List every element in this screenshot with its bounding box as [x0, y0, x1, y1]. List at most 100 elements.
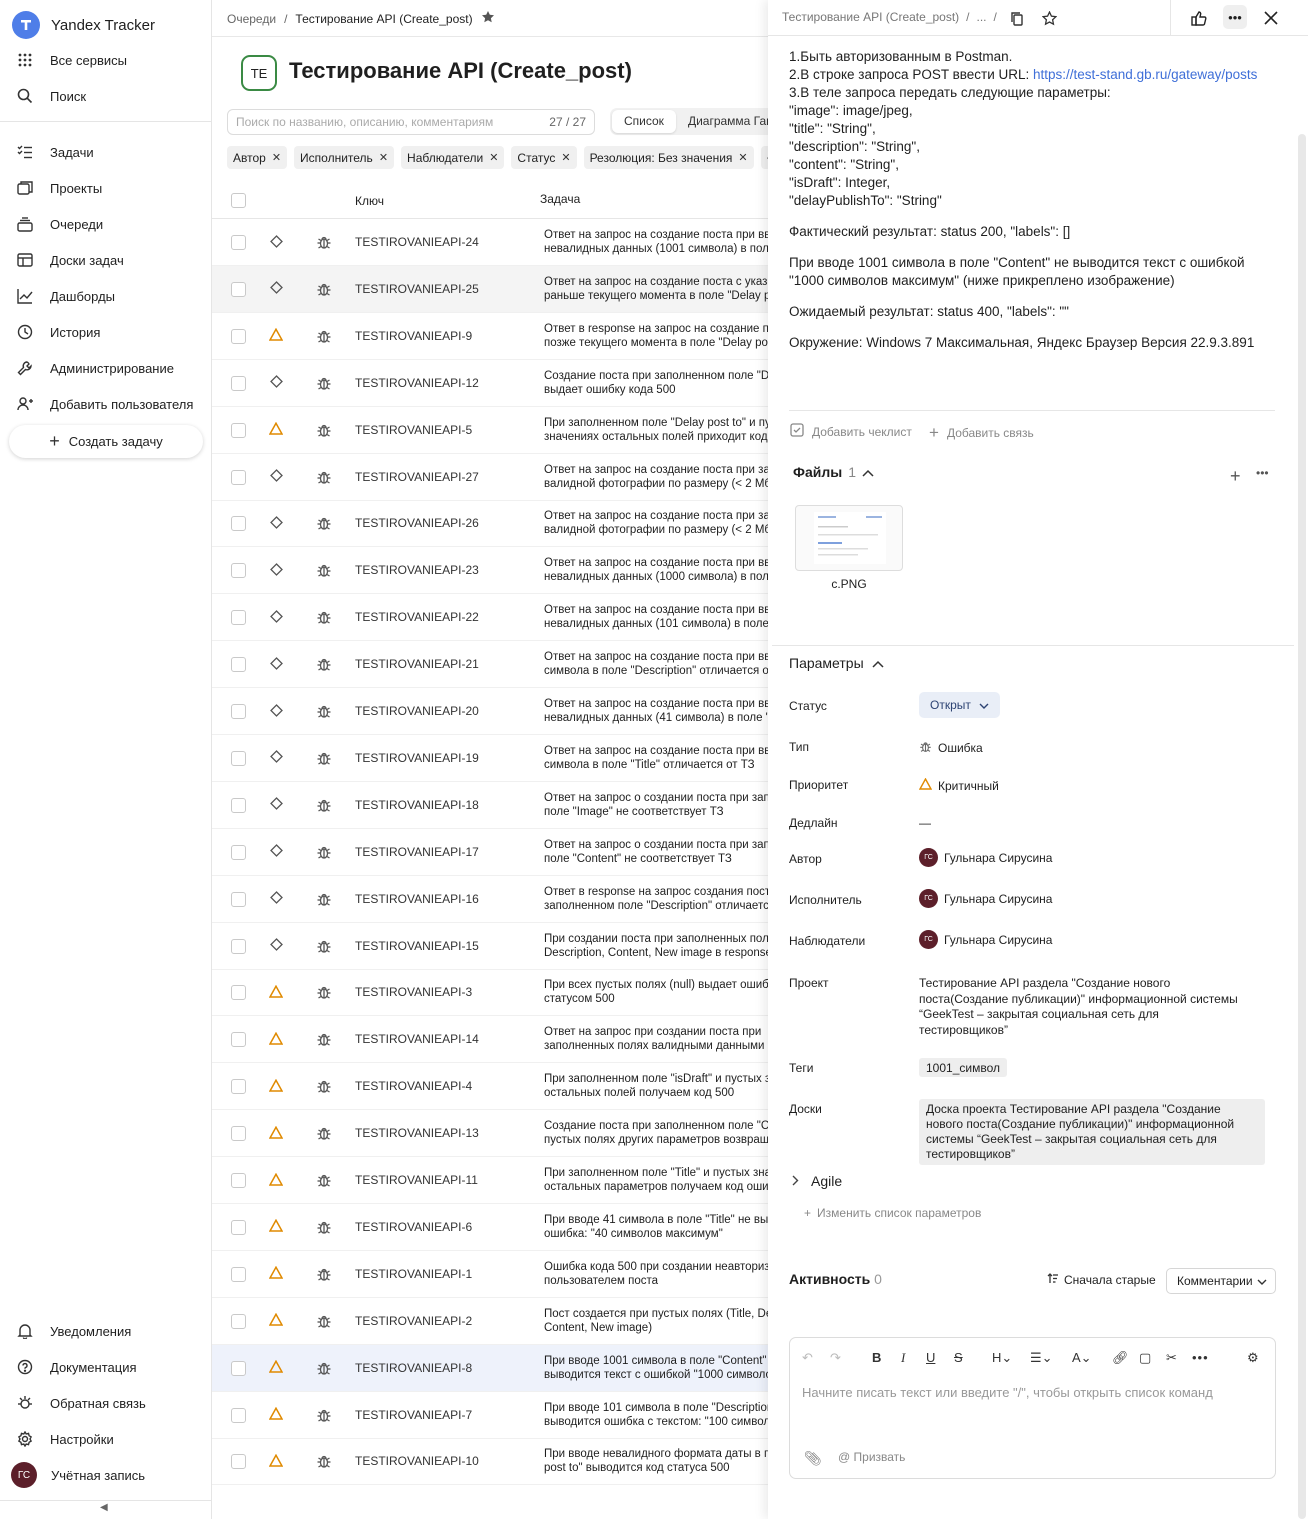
params-section-header[interactable]: Параметры	[789, 655, 884, 671]
breadcrumb-queues-link[interactable]: Очереди	[227, 12, 276, 26]
paperclip-icon[interactable]: 📎︎	[804, 1450, 822, 1467]
row-checkbox[interactable]	[231, 1407, 246, 1423]
mention-button[interactable]: @ Призвать	[838, 1450, 905, 1464]
nav-docs[interactable]: Документация	[0, 1351, 211, 1383]
issue-key[interactable]: TESTIROVANIEAPI-3	[355, 985, 472, 999]
board-chip[interactable]: Доска проекта Тестирование API раздела "…	[919, 1099, 1265, 1165]
row-checkbox[interactable]	[231, 891, 246, 907]
issue-key[interactable]: TESTIROVANIEAPI-27	[355, 470, 479, 484]
row-checkbox[interactable]	[231, 469, 246, 485]
issue-summary[interactable]: Создание поста при заполненном поле "Con…	[544, 1119, 768, 1147]
close-icon[interactable]: ✕	[489, 151, 498, 164]
url-link[interactable]: https://test-stand.gb.ru/gateway/posts	[1033, 67, 1257, 82]
issue-key[interactable]: TESTIROVANIEAPI-9	[355, 329, 472, 343]
issue-summary[interactable]: При заполненном поле "isDraft" и пустых …	[544, 1072, 768, 1100]
undo-icon[interactable]: ↶	[802, 1350, 813, 1366]
table-row[interactable]: TESTIROVANIEAPI-10 При вводе невалидного …	[212, 1438, 768, 1486]
table-row[interactable]: TESTIROVANIEAPI-17 Ответ на запрос о созд…	[212, 829, 768, 876]
issue-key[interactable]: TESTIROVANIEAPI-6	[355, 1220, 472, 1234]
issue-summary[interactable]: Ответ на запрос на создание поста при вв…	[544, 650, 768, 678]
issue-key[interactable]: TESTIROVANIEAPI-16	[355, 892, 479, 906]
scissors-icon[interactable]: ✂	[1166, 1350, 1177, 1366]
priority-field[interactable]: Критичный	[918, 777, 999, 793]
issue-summary[interactable]: Ответ на запрос на создание поста при вв…	[544, 697, 768, 725]
panel-scrollbar[interactable]	[1298, 134, 1306, 1519]
more-icon[interactable]: •••	[1192, 1350, 1209, 1365]
brand[interactable]: Yandex Tracker	[12, 11, 155, 39]
heading-icon[interactable]: H⌄	[992, 1350, 1012, 1366]
row-checkbox[interactable]	[231, 563, 246, 579]
agile-section[interactable]: Agile	[792, 1173, 842, 1189]
issue-key[interactable]: TESTIROVANIEAPI-11	[355, 1173, 478, 1187]
table-row[interactable]: TESTIROVANIEAPI-3 При всех пустых полях (…	[212, 969, 768, 1017]
issue-key[interactable]: TESTIROVANIEAPI-14	[355, 1032, 479, 1046]
table-row[interactable]: TESTIROVANIEAPI-15 При создании поста при…	[212, 923, 768, 970]
tag-chip[interactable]: 1001_символ	[919, 1058, 1007, 1077]
issue-key[interactable]: TESTIROVANIEAPI-10	[355, 1454, 479, 1468]
issue-summary[interactable]: Пост создается при пустых полях (Title, …	[544, 1307, 768, 1335]
text-color-icon[interactable]: A⌄	[1072, 1350, 1092, 1366]
issue-summary[interactable]: Ошибка кода 500 при создании неавторизов…	[544, 1260, 768, 1288]
row-checkbox[interactable]	[231, 704, 246, 719]
table-row[interactable]: TESTIROVANIEAPI-6 При вводе 41 символа в …	[212, 1204, 768, 1251]
files-more-icon[interactable]: •••	[1256, 466, 1269, 480]
select-all-checkbox[interactable]	[231, 193, 246, 208]
issue-summary[interactable]: Ответ на запрос о создании поста при зап…	[544, 791, 768, 819]
bold-icon[interactable]: B	[872, 1350, 881, 1365]
issue-summary[interactable]: При создании поста при заполненных полях…	[544, 932, 768, 960]
nav-all-services[interactable]: Все сервисы	[0, 44, 211, 76]
issue-summary[interactable]: Ответ на запрос на создание поста при вв…	[544, 228, 768, 256]
boards-field[interactable]: Доска проекта Тестирование API раздела "…	[919, 1099, 1265, 1165]
issue-key[interactable]: TESTIROVANIEAPI-21	[355, 657, 479, 671]
assignee-field[interactable]: ГС Гульнара Сирусина	[919, 889, 1052, 908]
close-icon[interactable]: ✕	[561, 151, 570, 164]
close-icon[interactable]	[1261, 8, 1281, 28]
table-row[interactable]: TESTIROVANIEAPI-8 При вводе 1001 символа …	[212, 1344, 768, 1392]
add-file-icon[interactable]: +	[1230, 466, 1241, 487]
row-checkbox[interactable]	[231, 1032, 246, 1048]
table-row[interactable]: TESTIROVANIEAPI-7 При вводе 101 символа в…	[212, 1392, 768, 1439]
search-input[interactable]: Поиск по названию, описанию, комментария…	[227, 109, 595, 135]
issue-summary[interactable]: Ответ на запрос на создание поста при вв…	[544, 556, 768, 584]
nav-history[interactable]: История	[0, 316, 211, 348]
row-checkbox[interactable]	[231, 1173, 246, 1188]
row-checkbox[interactable]	[231, 235, 246, 250]
files-section-header[interactable]: Файлы 1	[793, 464, 874, 480]
star-icon[interactable]	[481, 10, 495, 27]
row-checkbox[interactable]	[231, 281, 246, 297]
activity-filter-select[interactable]: Комментарии	[1166, 1268, 1276, 1294]
thumbs-up-icon[interactable]	[1189, 8, 1209, 28]
nav-tasks[interactable]: Задачи	[0, 136, 211, 168]
project-field[interactable]: Тестирование API раздела "Создание новог…	[919, 976, 1249, 1038]
table-row[interactable]: TESTIROVANIEAPI-5 При заполненном поле "D…	[212, 407, 768, 454]
close-icon[interactable]: ✕	[738, 151, 747, 164]
nav-settings[interactable]: Настройки	[0, 1423, 211, 1455]
issue-summary[interactable]: Ответ на запрос на создание поста при за…	[544, 509, 768, 537]
issue-key[interactable]: TESTIROVANIEAPI-25	[355, 282, 479, 296]
issue-key[interactable]: TESTIROVANIEAPI-18	[355, 798, 479, 812]
type-field[interactable]: Ошибка	[919, 740, 983, 756]
nav-boards[interactable]: Доски задач	[0, 244, 211, 276]
table-row[interactable]: TESTIROVANIEAPI-27 Ответ на запрос на соз…	[212, 454, 768, 501]
column-task[interactable]: Задача	[540, 192, 580, 206]
issue-key[interactable]: TESTIROVANIEAPI-22	[355, 610, 479, 624]
filter-author[interactable]: Автор ✕	[227, 146, 288, 169]
nav-add-user[interactable]: Добавить пользователя	[0, 388, 211, 420]
issue-key[interactable]: TESTIROVANIEAPI-13	[355, 1126, 479, 1140]
panel-breadcrumb-queue[interactable]: Тестирование API (Create_post)	[782, 10, 959, 24]
issue-summary[interactable]: При всех пустых полях (null) выдает ошиб…	[544, 978, 768, 1006]
row-checkbox[interactable]	[231, 516, 246, 532]
table-row[interactable]: TESTIROVANIEAPI-23 Ответ на запрос на соз…	[212, 547, 768, 595]
issue-summary[interactable]: При вводе невалидного формата даты в пол…	[544, 1447, 768, 1475]
author-field[interactable]: ГС Гульнара Сирусина	[919, 848, 1052, 867]
table-row[interactable]: TESTIROVANIEAPI-20 Ответ на запрос на соз…	[212, 688, 768, 735]
table-row[interactable]: TESTIROVANIEAPI-16 Ответ в response на за…	[212, 876, 768, 923]
change-params-button[interactable]: + Изменить список параметров	[804, 1206, 981, 1220]
redo-icon[interactable]: ↷	[830, 1350, 841, 1366]
filter-status[interactable]: Статус ✕	[511, 146, 577, 169]
filter-assignee[interactable]: Исполнитель ✕	[294, 146, 395, 169]
row-checkbox[interactable]	[231, 610, 246, 626]
issue-summary[interactable]: При вводе 1001 символа в поле "Content" …	[544, 1354, 768, 1382]
table-row[interactable]: TESTIROVANIEAPI-9 Ответ в response на зап…	[212, 313, 768, 360]
row-checkbox[interactable]	[231, 1360, 246, 1376]
